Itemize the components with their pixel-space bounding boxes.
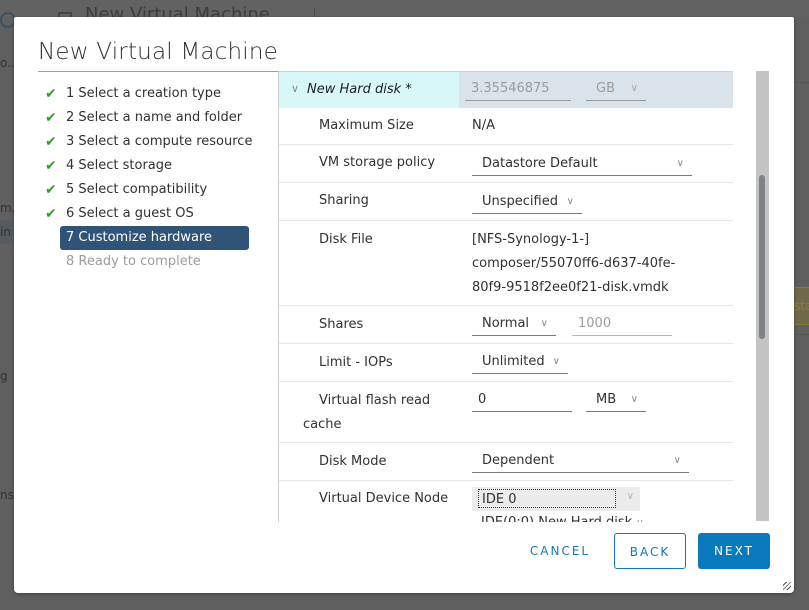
limit-iops-select[interactable]: Unlimited ∨ bbox=[472, 352, 568, 374]
flash-cache-unit-select[interactable]: MB ∨ bbox=[586, 390, 646, 412]
disk-size-unit-select[interactable]: GB ∨ bbox=[586, 79, 646, 101]
step-label: 6 Select a guest OS bbox=[66, 206, 194, 221]
row-flash-cache: Virtual flash read cache 0 MB ∨ bbox=[279, 382, 733, 443]
wizard-step-3[interactable]: ✔ 3 Select a compute resource bbox=[42, 130, 254, 154]
title-divider bbox=[38, 71, 284, 72]
wizard-step-4[interactable]: ✔ 4 Select storage bbox=[42, 154, 254, 178]
step-label: 3 Select a compute resource bbox=[66, 134, 253, 149]
controller-select[interactable]: IDE 0 ∨ bbox=[472, 487, 640, 511]
sharing-select[interactable]: Unspecified ∨ bbox=[472, 192, 582, 214]
check-icon: ✔ bbox=[45, 206, 57, 222]
disk-mode-select[interactable]: Dependent ∨ bbox=[472, 451, 689, 473]
divider bbox=[794, 334, 809, 335]
chevron-down-icon: ∨ bbox=[630, 83, 638, 94]
chevron-down-icon[interactable]: ∨ bbox=[291, 82, 299, 95]
chevron-down-icon: ∨ bbox=[630, 394, 638, 405]
divider bbox=[314, 8, 315, 17]
wizard-step-5[interactable]: ✔ 5 Select compatibility bbox=[42, 178, 254, 202]
row-shares: Shares Normal ∨ 1000 bbox=[279, 306, 733, 344]
row-disk-file: Disk File [NFS-Synology-1-] composer/550… bbox=[279, 221, 733, 306]
chevron-down-icon: ∨ bbox=[540, 318, 548, 329]
scrollbar-thumb[interactable] bbox=[759, 175, 765, 339]
chevron-down-icon: ∨ bbox=[552, 356, 560, 367]
step-label: 8 Ready to complete bbox=[66, 254, 201, 269]
disk-file-path-line: 80f9-9518f2ee0f21-disk.vmdk bbox=[472, 280, 669, 295]
disk-file-path-line: composer/55070ff6-d637-40fe- bbox=[472, 256, 676, 271]
background-nav-item: ns bbox=[0, 488, 14, 502]
hardware-panel: ∨ New Hard disk * 3.35546875 GB ∨ Maximum… bbox=[278, 71, 733, 522]
shares-select[interactable]: Normal ∨ bbox=[472, 314, 556, 336]
chevron-down-icon: ∨ bbox=[626, 491, 634, 502]
wizard-step-6[interactable]: ✔ 6 Select a guest OS bbox=[42, 202, 254, 226]
disk-size-input[interactable]: 3.35546875 bbox=[465, 79, 571, 101]
check-icon: ✔ bbox=[45, 158, 57, 174]
shares-amount-input[interactable]: 1000 bbox=[572, 314, 672, 336]
check-icon: ✔ bbox=[45, 134, 57, 150]
device-name[interactable]: New Hard disk * bbox=[307, 82, 412, 97]
check-icon: ✔ bbox=[45, 110, 57, 126]
background-nav-item: g bbox=[0, 369, 8, 383]
row-disk-mode: Disk Mode Dependent ∨ bbox=[279, 443, 733, 481]
step-label: 7 Customize hardware bbox=[60, 226, 249, 250]
wizard-step-2[interactable]: ✔ 2 Select a name and folder bbox=[42, 106, 254, 130]
wizard-step-8: 8 Ready to complete bbox=[42, 250, 254, 274]
wizard-steps: ✔ 1 Select a creation type ✔ 2 Select a na… bbox=[42, 82, 254, 274]
cancel-button[interactable]: CANCEL bbox=[522, 533, 598, 569]
scrollbar[interactable] bbox=[756, 71, 769, 521]
background-nav-item: in bbox=[0, 225, 11, 239]
dialog-title: New Virtual Machine bbox=[38, 39, 279, 65]
step-label: 4 Select storage bbox=[66, 158, 173, 173]
disk-file-path-line: [NFS-Synology-1-] bbox=[472, 232, 590, 247]
resize-handle-icon[interactable] bbox=[783, 582, 791, 590]
step-label: 5 Select compatibility bbox=[66, 182, 208, 197]
next-button[interactable]: NEXT bbox=[698, 533, 770, 569]
step-label: 2 Select a name and folder bbox=[66, 110, 243, 125]
divider bbox=[794, 82, 809, 83]
flash-cache-input[interactable]: 0 bbox=[472, 390, 572, 412]
chevron-down-icon: ∨ bbox=[566, 196, 574, 207]
back-button[interactable]: BACK bbox=[614, 533, 686, 569]
hard-disk-header-row: ∨ New Hard disk * 3.35546875 GB ∨ bbox=[279, 72, 733, 108]
row-sharing: Sharing Unspecified ∨ bbox=[279, 183, 733, 221]
storage-policy-select[interactable]: Datastore Default ∨ bbox=[472, 154, 692, 176]
chevron-down-icon: ∨ bbox=[636, 518, 643, 522]
new-vm-dialog: New Virtual Machine ✔ 1 Select a creation… bbox=[14, 17, 794, 593]
device-slot-select[interactable]: IDE(0:0) New Hard disk ∨ bbox=[481, 515, 644, 522]
wizard-step-7[interactable]: 7 Customize hardware bbox=[42, 226, 254, 250]
check-icon: ✔ bbox=[45, 182, 57, 198]
chevron-down-icon: ∨ bbox=[673, 455, 681, 466]
step-label: 1 Select a creation type bbox=[66, 86, 221, 101]
check-icon: ✔ bbox=[45, 86, 57, 102]
row-device-node: Virtual Device Node IDE 0 ∨ IDE(0:0) New… bbox=[279, 481, 733, 522]
row-maximum-size: Maximum Size N/A bbox=[279, 108, 733, 145]
row-storage-policy: VM storage policy Datastore Default ∨ bbox=[279, 145, 733, 183]
row-limit-iops: Limit - IOPs Unlimited ∨ bbox=[279, 344, 733, 382]
background-status-badge: sta bbox=[794, 287, 809, 325]
chevron-down-icon: ∨ bbox=[676, 158, 684, 169]
wizard-step-1[interactable]: ✔ 1 Select a creation type bbox=[42, 82, 254, 106]
